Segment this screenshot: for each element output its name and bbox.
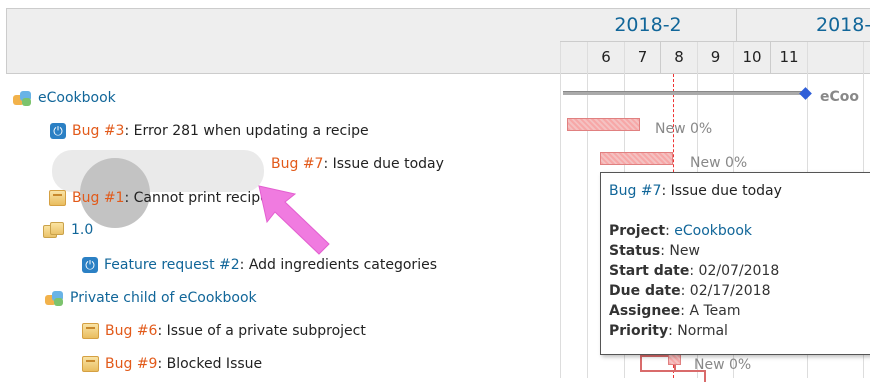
subject-row-project[interactable]: eCookbook [12,83,116,113]
subject-row-version[interactable]: 1.0 [43,215,93,245]
day-label [807,42,870,73]
issue-bar-bug-7[interactable] [600,152,673,165]
project-link[interactable]: eCookbook [38,90,116,106]
day-label: 11 [770,42,807,73]
issue-bar-label: New 0% [655,121,713,137]
power-icon: ⏻ [50,123,66,139]
project-link[interactable]: Private child of eCookbook [70,290,257,306]
day-header: 6 7 8 9 10 11 [560,42,870,74]
issue-link[interactable]: Bug #6 [105,323,157,339]
pointer-arrow-icon [258,185,330,255]
attr-label: Assignee [609,303,681,319]
day-label [560,42,587,73]
version-link[interactable]: 1.0 [71,222,93,238]
issue-title: : Issue of a private subproject [157,323,366,339]
project-icon [12,90,32,106]
attr-label: Start date [609,263,690,279]
issue-tooltip: Bug #7: Issue due today Project: eCookbo… [600,172,870,355]
day-label: 6 [587,42,624,73]
issue-link[interactable]: Bug #1 [72,190,124,206]
day-label: 10 [733,42,770,73]
subjects-header [6,8,560,74]
issue-link[interactable]: Feature request #2 [104,257,240,273]
month-header: 2018-2 2018- [560,8,870,42]
issue-link[interactable]: Bug #3 [72,123,124,139]
issue-bar-label: New 0% [690,155,748,171]
project-bar-label: eCoo [820,89,860,105]
attr-label: Due date [609,283,681,299]
attr-value: Normal [677,323,728,339]
version-icon [43,222,65,238]
project-icon [44,290,64,306]
attr-value: A Team [689,303,741,319]
tooltip-issue-link[interactable]: Bug #7 [609,183,661,199]
attr-label: Project [609,223,666,239]
subject-row-bug-6[interactable]: Bug #6: Issue of a private subproject [82,316,366,346]
tooltip-project: Project: eCookbook [609,223,753,239]
tooltip-priority: Priority: Normal [609,323,728,339]
day-label: 7 [624,42,660,73]
subject-row-bug-7[interactable]: Bug #7: Issue due today [271,149,444,179]
attr-value: New [669,243,700,259]
project-link[interactable]: eCookbook [674,223,752,239]
relation-arrow [640,370,706,382]
day-label: 9 [697,42,733,73]
subject-row-bug-9[interactable]: Bug #9: Blocked Issue [82,349,262,379]
tooltip-assignee: Assignee: A Team [609,303,741,319]
month-label: 2018- [736,9,870,41]
month-label: 2018-2 [614,14,682,36]
attr-label: Priority [609,323,669,339]
tooltip-status: Status: New [609,243,700,259]
subject-row-bug-3[interactable]: ⏻ Bug #3: Error 281 when updating a recip… [50,116,369,146]
box-icon [49,190,66,206]
attr-label: Status [609,243,661,259]
box-icon [82,323,99,339]
day-label: 8 [660,42,697,73]
subject-row-subproject[interactable]: Private child of eCookbook [44,283,257,313]
issue-title: : Cannot print recipes [124,190,277,206]
issue-bar-bug-3[interactable] [567,118,640,131]
tooltip-start-date: Start date: 02/07/2018 [609,263,780,279]
issue-link[interactable]: Bug #7 [271,156,323,172]
issue-title: : Blocked Issue [157,356,263,372]
tooltip-title: Bug #7: Issue due today [609,181,863,201]
attr-value: 02/07/2018 [698,263,780,279]
power-icon: ⏻ [82,257,98,273]
subject-row-bug-1[interactable]: Bug #1: Cannot print recipes [49,183,276,213]
issue-title: : Error 281 when updating a recipe [124,123,369,139]
tooltip-due-date: Due date: 02/17/2018 [609,283,771,299]
grid-line [560,42,561,378]
issue-title: : Issue due today [323,156,444,172]
project-progress-line [563,91,806,95]
tooltip-issue-subject: : Issue due today [661,183,782,199]
box-icon [82,356,99,372]
attr-value: 02/17/2018 [689,283,771,299]
issue-link[interactable]: Bug #9 [105,356,157,372]
